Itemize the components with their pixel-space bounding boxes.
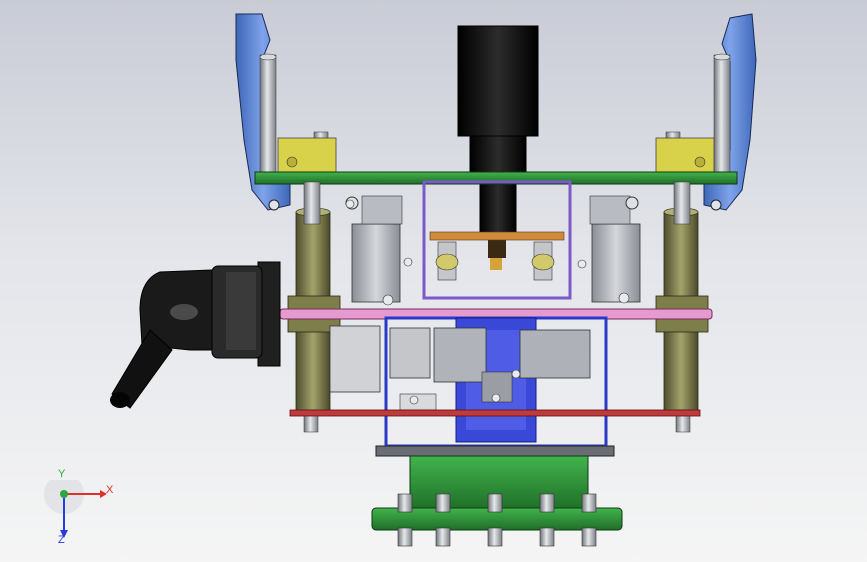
red-plate[interactable] <box>289 409 701 417</box>
cad-viewport[interactable]: X Y Z <box>0 0 867 562</box>
x-axis-label: X <box>106 484 114 496</box>
z-axis-label: Z <box>58 534 65 546</box>
y-axis-icon <box>60 490 68 498</box>
green-base-flange[interactable] <box>371 445 623 547</box>
cad-model[interactable] <box>0 0 867 562</box>
y-axis-label: Y <box>58 468 66 480</box>
coordinate-triad: X Y Z <box>40 468 120 550</box>
connector-assembly[interactable] <box>110 261 281 409</box>
